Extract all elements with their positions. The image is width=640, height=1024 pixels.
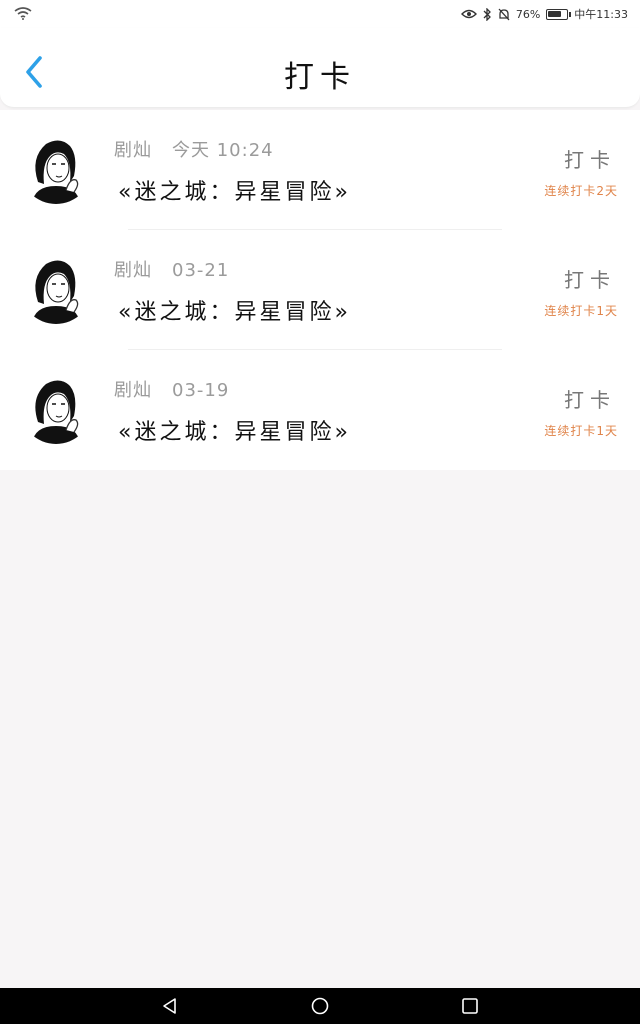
book-title: «迷之城：异星冒险» [118, 180, 351, 205]
eye-icon [460, 9, 477, 19]
avatar[interactable] [20, 252, 92, 324]
book-title: «迷之城：异星冒险» [118, 420, 351, 445]
author-name: 剧灿 [114, 140, 152, 161]
book-title: «迷之城：异星冒险» [118, 300, 351, 325]
checkin-button[interactable]: 打卡 [564, 384, 616, 413]
author-name: 剧灿 [114, 260, 152, 281]
entry-time: 03-21 [172, 260, 230, 281]
checkin-button[interactable]: 打卡 [564, 144, 616, 173]
battery-icon [546, 8, 572, 20]
streak-label: 连续打卡2天 [544, 184, 618, 198]
system-nav-bar [0, 988, 640, 1024]
list-item[interactable]: 剧灿 03-21 «迷之城：异星冒险» 打卡 连续打卡1天 [0, 230, 640, 350]
square-recent-icon[interactable] [461, 997, 479, 1015]
list-item[interactable]: 剧灿 03-19 «迷之城：异星冒险» 打卡 连续打卡1天 [0, 350, 640, 470]
entry-time: 今天 10:24 [172, 140, 274, 161]
wifi-icon [14, 7, 32, 20]
clock: 中午11:33 [574, 8, 628, 21]
page-title: 打卡 [284, 60, 356, 95]
header: 打卡 [0, 28, 640, 108]
entry-meta: 剧灿 03-21 [114, 256, 229, 282]
entry-meta: 剧灿 今天 10:24 [114, 136, 274, 162]
author-name: 剧灿 [114, 380, 152, 401]
checkin-button[interactable]: 打卡 [564, 264, 616, 293]
avatar[interactable] [20, 132, 92, 204]
entry-meta: 剧灿 03-19 [114, 376, 229, 402]
entry-time: 03-19 [172, 380, 230, 401]
status-bar: 76% 中午11:33 [0, 0, 640, 28]
bell-off-icon [498, 8, 510, 20]
avatar[interactable] [20, 372, 92, 444]
checkin-list: 剧灿 今天 10:24 «迷之城：异星冒险» 打卡 连续打卡2天 剧灿 03-21 … [0, 110, 640, 470]
battery-percent: 76% [515, 7, 541, 21]
battery-level [548, 10, 562, 17]
streak-label: 连续打卡1天 [544, 424, 618, 438]
bluetooth-icon [483, 7, 491, 21]
list-item[interactable]: 剧灿 今天 10:24 «迷之城：异星冒险» 打卡 连续打卡2天 [0, 110, 640, 230]
triangle-back-icon[interactable] [161, 997, 179, 1015]
circle-home-icon[interactable] [311, 997, 329, 1015]
streak-label: 连续打卡1天 [544, 304, 618, 318]
